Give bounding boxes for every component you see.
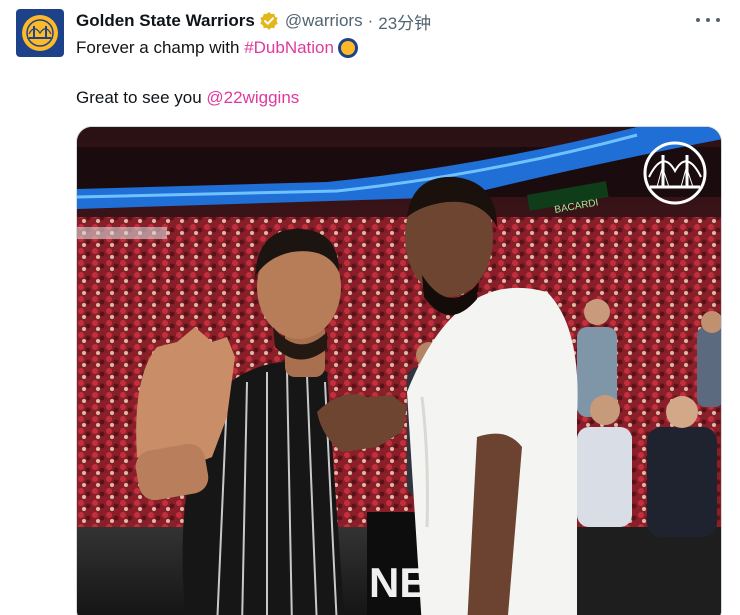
video-media[interactable]: BACARDI NEX	[76, 126, 722, 615]
tweet-text: Great to see you	[76, 88, 207, 107]
separator-dot: ·	[367, 11, 374, 30]
more-options-icon[interactable]	[696, 10, 720, 30]
timestamp[interactable]: 23分钟	[378, 9, 431, 34]
hashtag-link[interactable]: #DubNation	[244, 37, 334, 59]
user-handle[interactable]: @warriors	[285, 11, 363, 31]
tweet-text: Forever a champ with	[76, 38, 245, 57]
display-name[interactable]: Golden State Warriors	[76, 11, 255, 31]
verified-badge-icon	[259, 11, 279, 31]
tweet-card[interactable]: Golden State Warriors @warriors · 23分钟 F…	[0, 0, 740, 615]
tweet-text-line-1: Forever a champ with #DubNation	[76, 37, 358, 59]
tweet-text-line-2: Great to see you @22wiggins	[76, 87, 299, 109]
mention-link[interactable]: @22wiggins	[206, 87, 299, 109]
warriors-logo-icon[interactable]	[16, 9, 64, 57]
dubnation-emoji-icon	[337, 38, 358, 58]
tweet-header: Golden State Warriors @warriors · 23分钟	[76, 9, 431, 33]
